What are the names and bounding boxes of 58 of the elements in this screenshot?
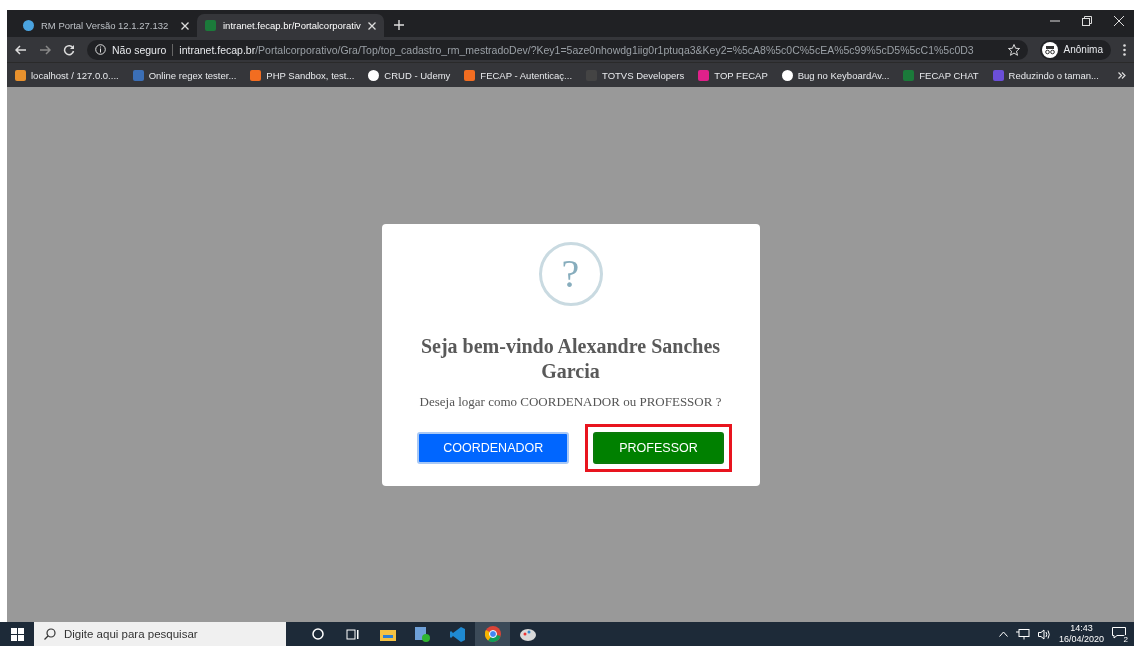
windows-icon[interactable] [10,627,24,641]
reload-icon[interactable] [63,43,75,56]
incognito-icon [1041,41,1058,58]
new-tab-icon[interactable] [393,20,404,30]
dialog-title: Seja bem-vindo Alexandre Sanches Garcia [419,333,722,384]
chevron-up-icon[interactable] [998,631,1008,637]
bookmark-label: Online regex tester... [148,69,237,81]
media-icon [415,626,430,642]
browser-tab[interactable]: RM Portal Versão 12.1.27.132 [15,14,197,37]
browser-icon [484,626,501,642]
dialog-message: Deseja logar como COORDENADOR ou PROFESSOR ? [419,393,722,410]
bookmark-label: localhost / 127.0.0.... [31,69,119,81]
back-arrow-icon[interactable] [15,44,27,55]
palette-icon [519,626,536,642]
favicon-icon [23,20,34,31]
notification-count: 2 [1121,635,1130,644]
close-icon[interactable] [181,21,189,30]
bookmark-label: PHP Sandbox, test... [266,69,355,81]
bookmark-item[interactable]: TOP FECAP [698,69,768,81]
bookmark-item[interactable]: TOTVS Developers [586,69,685,81]
code-editor-icon [450,626,465,642]
speaker-icon[interactable] [1037,628,1051,640]
clock-time: 14:43 [1070,623,1093,634]
clock-date: 16/04/2020 [1058,634,1104,645]
forward-arrow-icon[interactable] [39,44,51,55]
search-placeholder: Digite aqui para pesquisar [64,628,198,640]
folder-icon [379,627,396,641]
network-icon[interactable] [1015,628,1030,640]
task-view-icon [346,628,359,640]
notification-icon[interactable]: 2 [1112,627,1126,641]
favicon-icon [205,20,216,31]
bookmark-item[interactable]: FECAP CHAT [903,69,979,81]
bookmark-item[interactable]: PHP Sandbox, test... [250,69,355,81]
bookmark-label: FECAP CHAT [919,69,979,81]
bookmark-item[interactable]: CRUD - Udemy [368,69,451,81]
bookmark-label: CRUD - Udemy [384,69,451,81]
info-icon [95,44,106,55]
search-icon [44,628,56,640]
bookmark-label: TOP FECAP [714,69,768,81]
address-bar[interactable]: Não seguro intranet.fecap.br/Portalcorporativo/Gra/Top/top_cadastro_rm_mestradoDev/?Key1=5aze0nhowdg1iig0r1ptuqa3&Key2=%5cA8%5c0C%5cEA%5c99%5cD5%5cC1%5c0D3 [87,39,1028,60]
star-icon[interactable] [1007,43,1020,56]
security-label: Não seguro [112,43,174,56]
chevron-right-icon[interactable] [1118,71,1126,79]
circle-icon [311,628,324,640]
role-button[interactable]: COORDENADOR [417,431,570,464]
menu-icon[interactable] [1123,43,1126,56]
close-icon[interactable] [1114,15,1124,26]
question-icon: ? [538,241,603,306]
profile-button[interactable]: Anônima [1039,39,1111,60]
search-field[interactable]: Digite aqui para pesquisar [34,622,286,646]
restore-icon[interactable] [1082,15,1092,26]
bookmark-item[interactable]: localhost / 127.0.0.... [15,69,119,81]
bookmark-label: TOTVS Developers [602,69,685,81]
bookmark-item[interactable]: Online regex tester... [132,69,237,81]
browser-tab[interactable]: intranet.fecap.br/Portalcorporativ [197,14,384,37]
url-text: intranet.fecap.br/Portalcorporativo/Gra/Top/top_cadastro_rm_mestradoDev/?Key1=5aze0nhowdg1iig0r1ptuqa3&Key2=%5cA8%5c0C%5cEA%5c99%5cD5%5cC1%5c0D3 [179,43,974,56]
close-icon[interactable] [367,21,376,30]
role-button[interactable]: PROFESSOR [593,431,724,464]
